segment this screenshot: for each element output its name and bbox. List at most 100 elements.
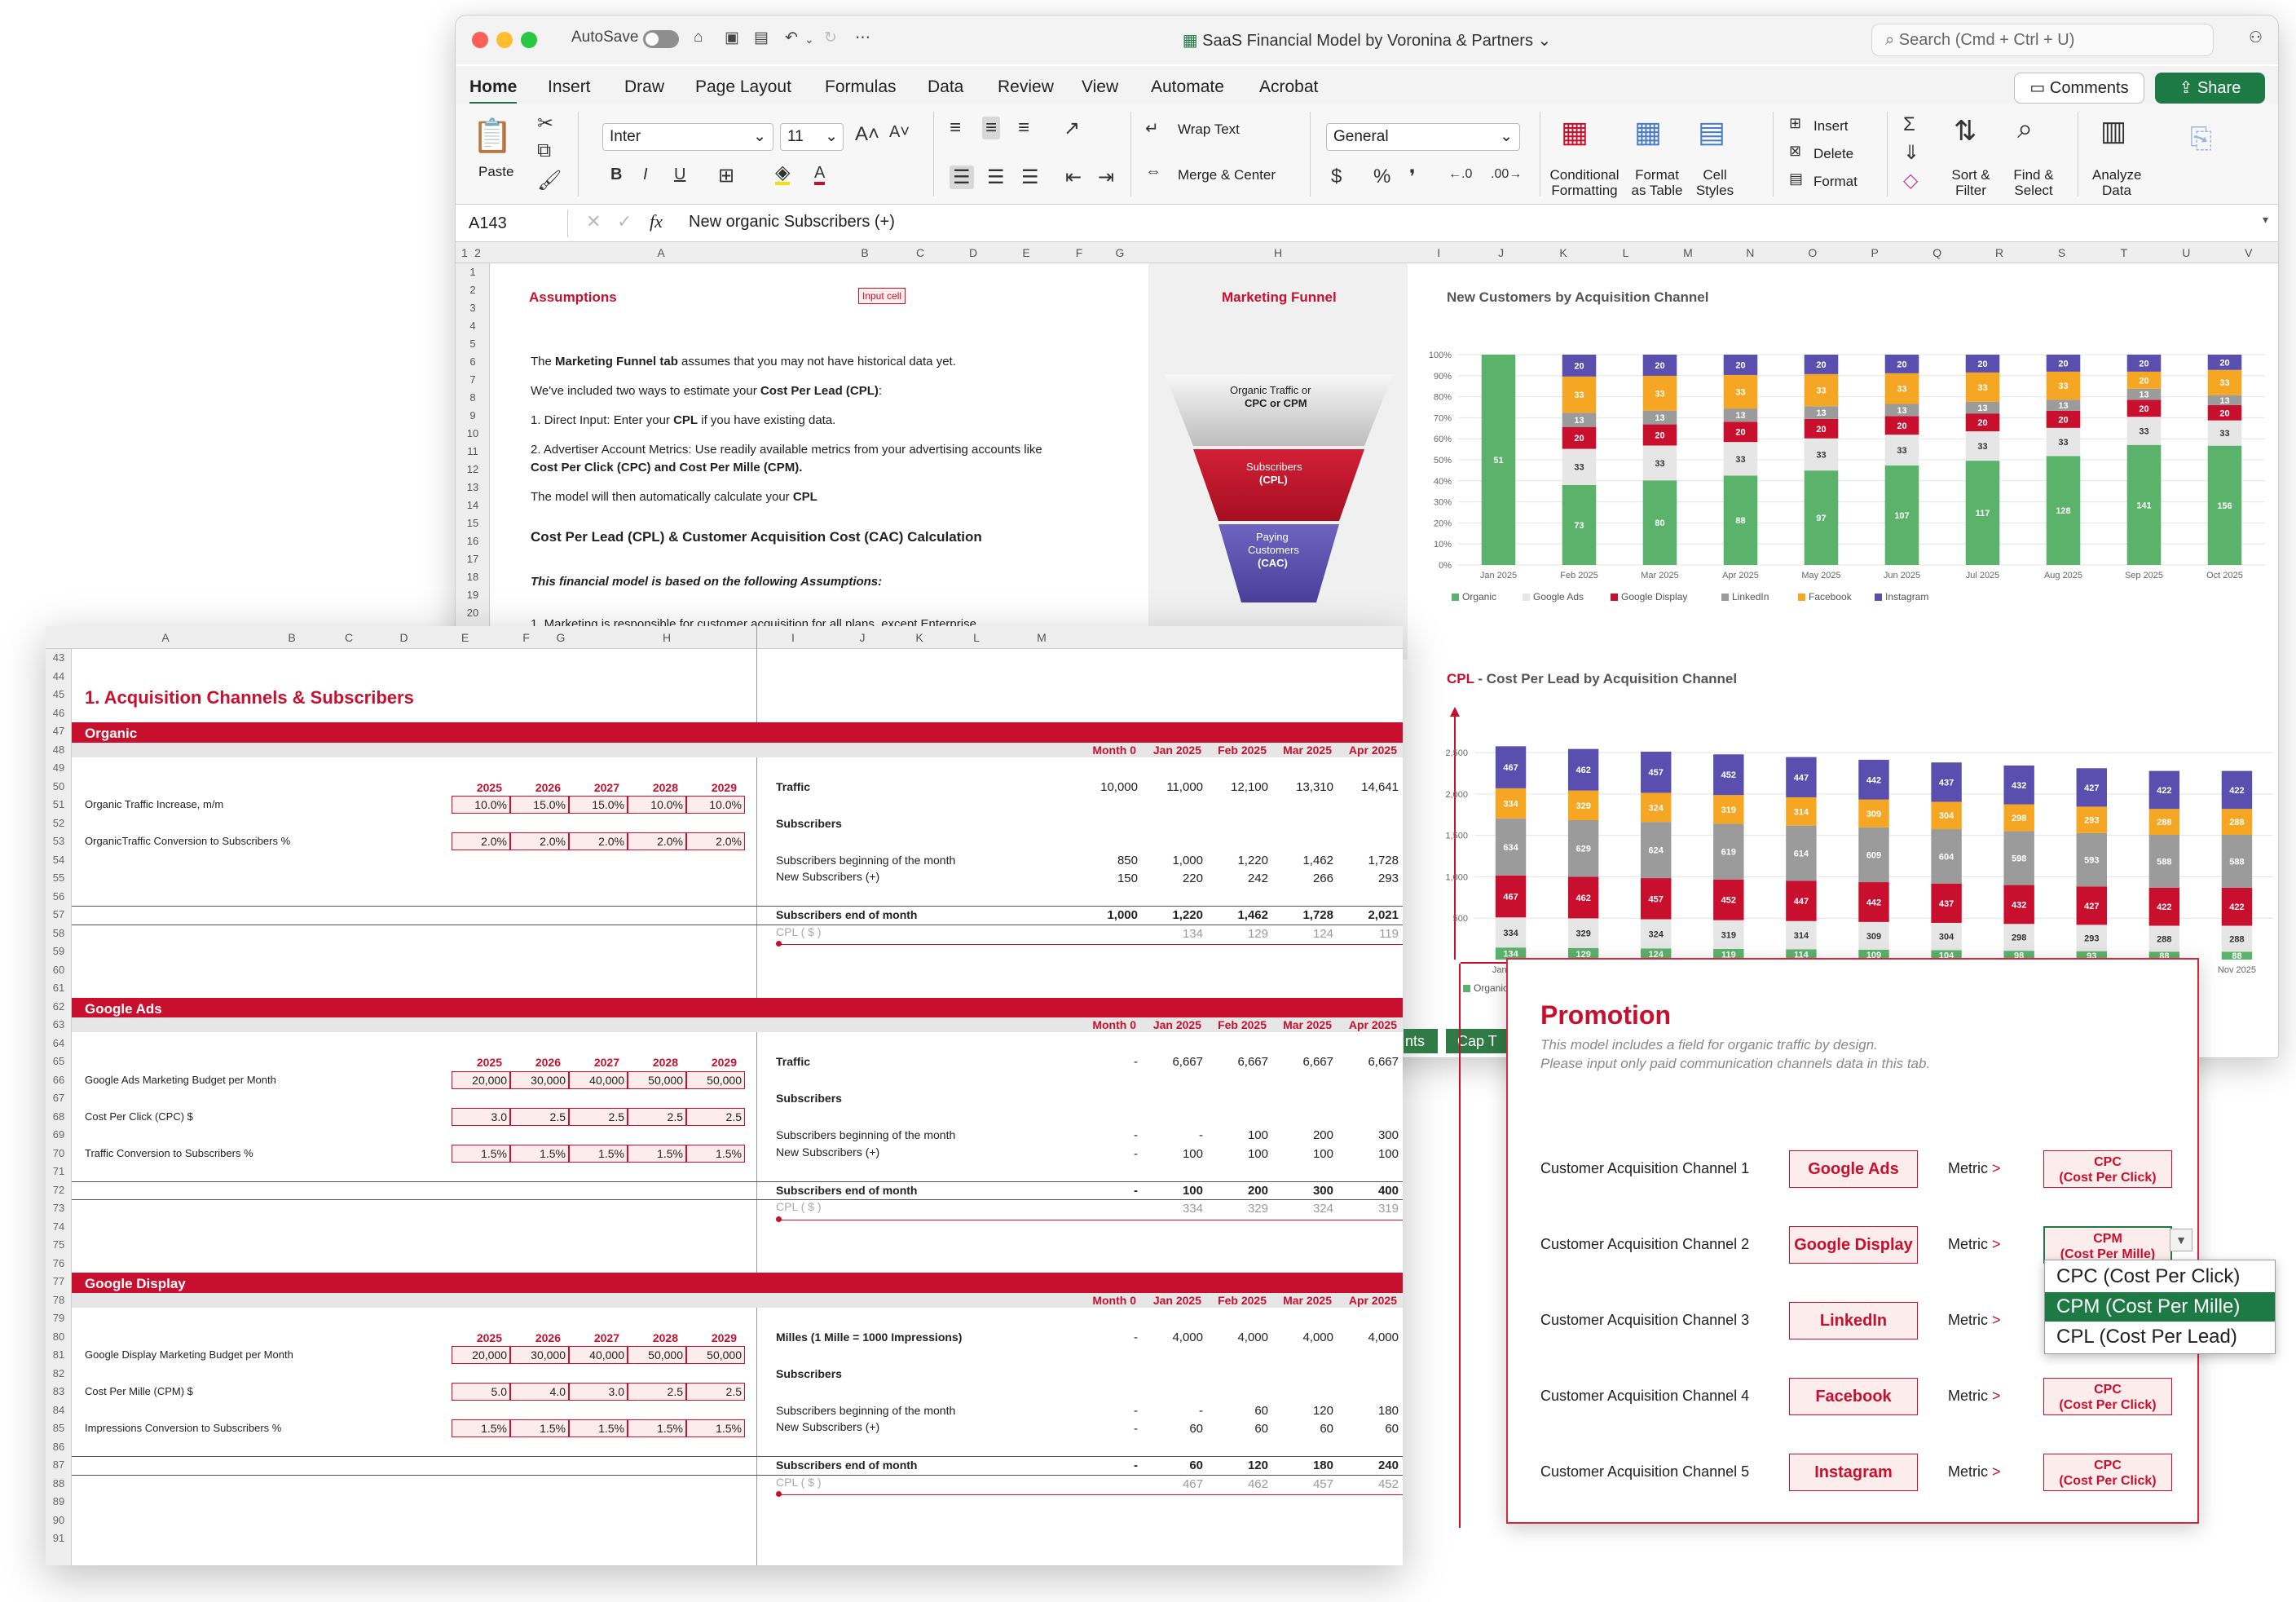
- input-cell[interactable]: 2.5: [628, 1383, 686, 1401]
- dropdown-option-cpm[interactable]: CPM (Cost Per Mille): [2045, 1292, 2275, 1322]
- row-header[interactable]: 84: [46, 1401, 72, 1420]
- conditional-formatting-icon[interactable]: ▦: [1561, 115, 1589, 149]
- row-header[interactable]: 5: [456, 335, 490, 353]
- row-header[interactable]: 64: [46, 1035, 72, 1053]
- copy-icon[interactable]: ⧉: [537, 139, 551, 162]
- find-select-button[interactable]: Find & Select: [2009, 167, 2058, 198]
- analyze-data-icon[interactable]: ▥: [2100, 115, 2126, 148]
- row-header[interactable]: 20: [456, 604, 490, 622]
- format-button[interactable]: Format: [1813, 174, 1858, 189]
- input-cell[interactable]: 2.5: [510, 1107, 569, 1126]
- input-cell[interactable]: 3.0: [569, 1383, 628, 1401]
- delete-cells-icon[interactable]: ⊠: [1789, 143, 1801, 160]
- cell-styles-button[interactable]: Cell Styles: [1694, 167, 1735, 198]
- column-header[interactable]: A: [72, 626, 259, 649]
- row-header[interactable]: 85: [46, 1419, 72, 1438]
- row-header[interactable]: 89: [46, 1493, 72, 1512]
- tab-page-layout[interactable]: Page Layout: [695, 77, 791, 97]
- wrap-text-icon[interactable]: ↵: [1145, 118, 1159, 139]
- align-top-icon[interactable]: ≡: [950, 117, 961, 139]
- tab-acrobat[interactable]: Acrobat: [1259, 77, 1318, 97]
- row-header[interactable]: 13: [456, 479, 490, 496]
- align-right-icon[interactable]: ☰: [1021, 165, 1039, 189]
- input-cell[interactable]: 10.0%: [452, 796, 510, 814]
- cut-icon[interactable]: ✂: [537, 112, 553, 135]
- column-header[interactable]: S: [2030, 242, 2092, 263]
- input-cell[interactable]: 50,000: [628, 1346, 686, 1364]
- channel-4-select[interactable]: Facebook: [1789, 1378, 1918, 1415]
- column-header[interactable]: E: [434, 626, 496, 649]
- row-header[interactable]: 80: [46, 1328, 72, 1347]
- row-header[interactable]: 56: [46, 888, 72, 907]
- tab-view[interactable]: View: [1082, 77, 1118, 97]
- row-header[interactable]: 74: [46, 1218, 72, 1237]
- currency-icon[interactable]: $: [1331, 165, 1342, 188]
- row-header[interactable]: 82: [46, 1365, 72, 1384]
- column-header[interactable]: R: [1968, 242, 2030, 263]
- font-name-select[interactable]: Inter ⌄: [602, 123, 773, 151]
- fill-icon[interactable]: ⇓: [1903, 141, 1919, 165]
- outline-level-2[interactable]: 2: [472, 242, 483, 263]
- column-header[interactable]: L: [1594, 242, 1656, 263]
- row-header[interactable]: 4: [456, 317, 490, 335]
- input-cell[interactable]: 1.5%: [686, 1144, 745, 1163]
- input-cell[interactable]: 50,000: [628, 1070, 686, 1089]
- column-header[interactable]: G: [544, 626, 577, 649]
- row-header[interactable]: 87: [46, 1456, 72, 1475]
- input-cell[interactable]: 2.0%: [452, 832, 510, 850]
- input-cell[interactable]: 40,000: [569, 1070, 628, 1089]
- align-center-icon[interactable]: ☰: [987, 165, 1005, 189]
- outline-level-1[interactable]: 1: [459, 242, 470, 263]
- column-header[interactable]: J: [1470, 242, 1531, 263]
- insert-button[interactable]: Insert: [1813, 118, 1849, 134]
- column-header[interactable]: O: [1782, 242, 1844, 263]
- conditional-formatting-button[interactable]: Conditional Formatting: [1548, 167, 1621, 198]
- comma-icon[interactable]: ❜: [1409, 165, 1416, 189]
- row-header[interactable]: 66: [46, 1071, 72, 1090]
- increase-font-icon[interactable]: A˄: [855, 123, 879, 146]
- clear-icon[interactable]: ◇: [1903, 169, 1918, 192]
- column-header[interactable]: J: [830, 626, 895, 649]
- row-header[interactable]: 16: [456, 532, 490, 550]
- row-header[interactable]: 65: [46, 1053, 72, 1071]
- add-in-icon[interactable]: ⎘: [2190, 123, 2212, 155]
- column-header[interactable]: L: [944, 626, 1009, 649]
- column-header[interactable]: C: [324, 626, 373, 649]
- row-header[interactable]: 15: [456, 514, 490, 532]
- column-header[interactable]: I: [1408, 242, 1470, 263]
- column-header[interactable]: B: [840, 242, 889, 263]
- cell-styles-icon[interactable]: ▤: [1698, 115, 1725, 149]
- column-header[interactable]: A: [490, 242, 832, 263]
- input-cell[interactable]: 5.0: [452, 1383, 510, 1401]
- row-header[interactable]: 53: [46, 832, 72, 851]
- row-header[interactable]: 10: [456, 425, 490, 443]
- channel-5-select[interactable]: Instagram: [1789, 1454, 1918, 1491]
- sort-filter-icon[interactable]: ⇅: [1954, 115, 1977, 148]
- decrease-indent-icon[interactable]: ⇤: [1065, 165, 1082, 189]
- channel-3-select[interactable]: LinkedIn: [1789, 1302, 1918, 1339]
- input-cell[interactable]: 2.0%: [569, 832, 628, 850]
- row-header[interactable]: 44: [46, 668, 72, 686]
- cancel-icon[interactable]: ✕: [586, 211, 601, 232]
- input-cell[interactable]: 10.0%: [628, 796, 686, 814]
- row-header[interactable]: 6: [456, 353, 490, 371]
- column-header[interactable]: F: [1055, 242, 1104, 263]
- underline-icon[interactable]: U: [674, 165, 685, 184]
- row-header[interactable]: 57: [46, 906, 72, 925]
- row-header[interactable]: 14: [456, 496, 490, 514]
- column-header[interactable]: T: [2093, 242, 2155, 263]
- name-box[interactable]: A143: [462, 210, 568, 237]
- input-cell[interactable]: 10.0%: [686, 796, 745, 814]
- row-header[interactable]: 49: [46, 759, 72, 778]
- column-header[interactable]: Q: [1906, 242, 1968, 263]
- row-header[interactable]: 7: [456, 371, 490, 389]
- input-cell[interactable]: 30,000: [510, 1346, 569, 1364]
- increase-indent-icon[interactable]: ⇥: [1098, 165, 1114, 189]
- input-cell[interactable]: 2.5: [686, 1107, 745, 1126]
- autosum-icon[interactable]: Σ: [1903, 113, 1915, 136]
- input-cell[interactable]: 15.0%: [510, 796, 569, 814]
- row-header[interactable]: 2: [456, 281, 490, 299]
- column-header[interactable]: C: [896, 242, 945, 263]
- input-cell[interactable]: 1.5%: [569, 1144, 628, 1163]
- row-header[interactable]: 83: [46, 1383, 72, 1401]
